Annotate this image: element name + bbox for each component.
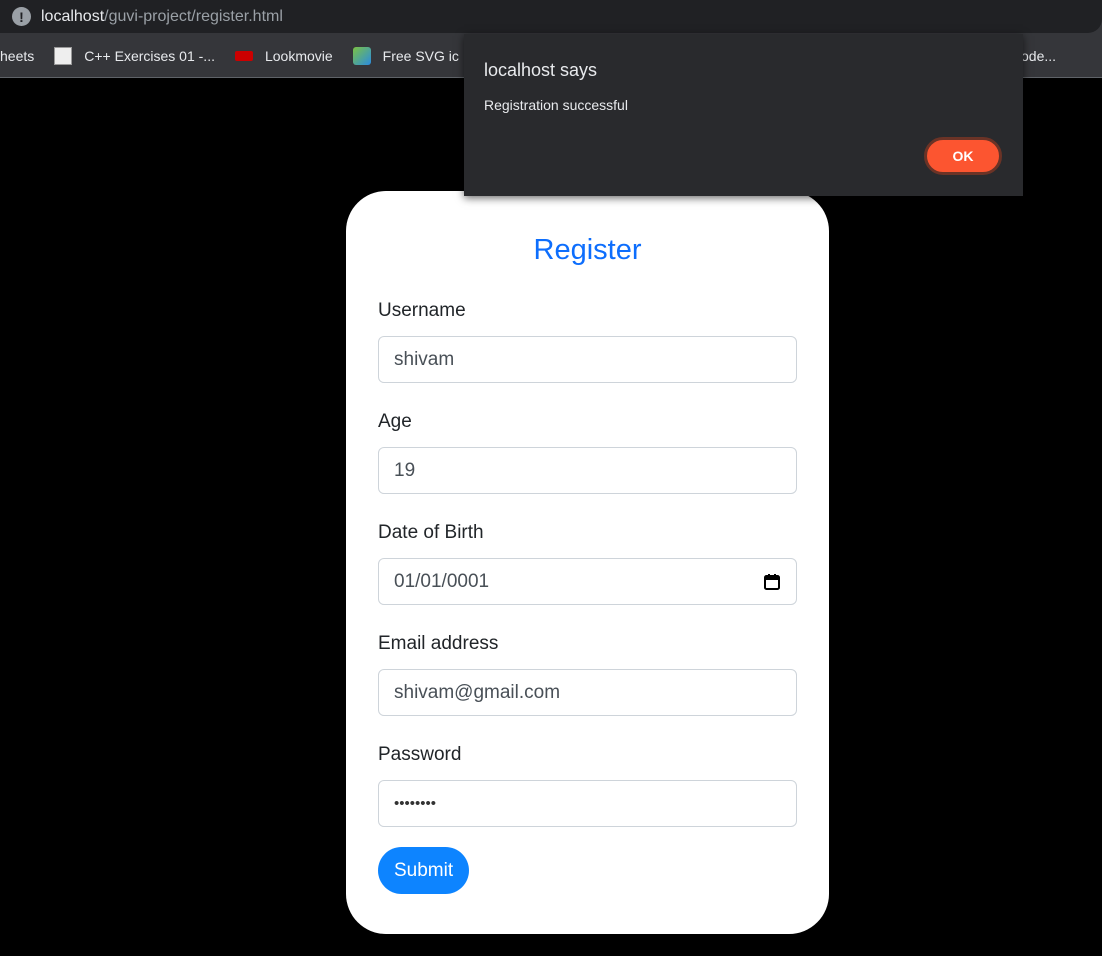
bookmark-free-svg[interactable]: Free SVG ic (352, 46, 459, 65)
calendar-icon[interactable] (763, 573, 781, 591)
alert-dialog: localhost says Registration successful O… (464, 34, 1023, 196)
ok-button[interactable]: OK (924, 137, 1002, 175)
age-label: Age (378, 411, 412, 432)
info-icon[interactable]: ! (12, 7, 31, 26)
username-input[interactable]: shivam (378, 336, 797, 383)
url-field[interactable]: localhost/guvi-project/register.html (41, 8, 283, 26)
age-input[interactable]: 19 (378, 447, 797, 494)
password-label: Password (378, 744, 462, 765)
bookmark-sheets[interactable]: heets (0, 48, 34, 64)
bookmark-cpp-exercises[interactable]: C++ Exercises 01 -... (54, 46, 215, 65)
email-input[interactable]: shivam@gmail.com (378, 669, 797, 716)
address-bar: ! localhost/guvi-project/register.html (0, 0, 1102, 34)
dialog-title: localhost says (484, 60, 598, 80)
bookmark-partial[interactable]: ode... (1021, 48, 1056, 64)
dialog-message: Registration successful (484, 97, 628, 113)
dob-label: Date of Birth (378, 522, 484, 543)
bookmark-lookmovie[interactable]: Lookmovie (234, 48, 333, 64)
lookmovie-icon (234, 50, 253, 61)
page-title: Register (533, 234, 642, 266)
dob-input[interactable]: 01/01/0001 (378, 558, 797, 605)
username-label: Username (378, 300, 466, 321)
notepad-icon (54, 46, 73, 65)
svg-leaf-icon (352, 46, 371, 65)
email-label: Email address (378, 633, 499, 654)
password-input[interactable]: •••••••• (378, 780, 797, 827)
submit-button[interactable]: Submit (378, 847, 470, 894)
register-card: Register Username shivam Age 19 Date of … (346, 191, 829, 934)
